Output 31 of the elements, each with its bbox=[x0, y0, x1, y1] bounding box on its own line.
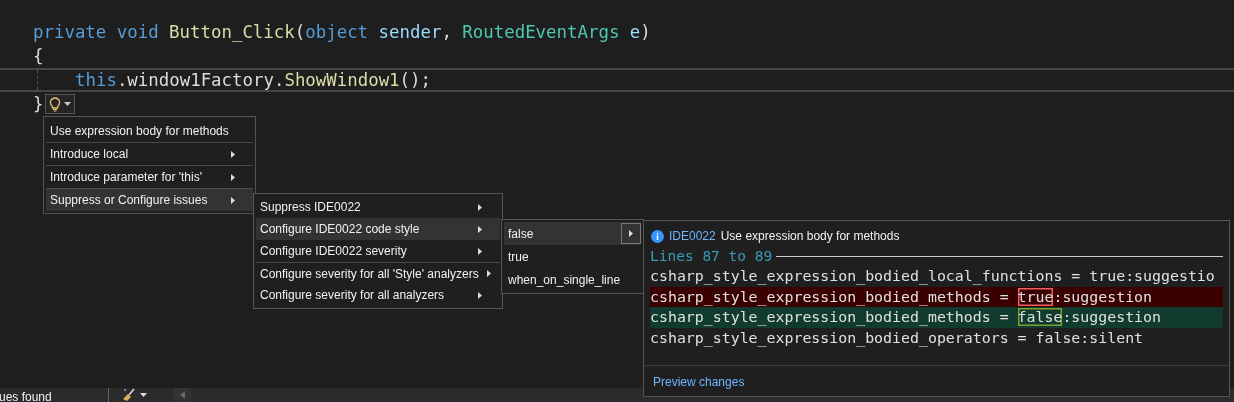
line-range: Lines 87 to 89 bbox=[650, 248, 773, 264]
menu-item[interactable]: Introduce local bbox=[46, 142, 253, 165]
code-line: } bbox=[33, 94, 44, 114]
lightbulb-button[interactable] bbox=[45, 94, 76, 114]
broom-icon bbox=[121, 388, 136, 402]
diff-line: csharp_style_expression_bodied_operators = false:silent bbox=[650, 327, 1145, 348]
menu-item[interactable]: Configure severity for all 'Style' analyzers bbox=[256, 262, 500, 284]
scroll-left-button[interactable] bbox=[173, 388, 191, 402]
diagnostic-title: Use expression body for methods bbox=[720, 229, 900, 243]
menu-item[interactable]: Use expression body for methods bbox=[46, 119, 253, 142]
scroll-left-icon bbox=[179, 391, 185, 399]
menu-item[interactable]: Configure IDE0022 code style bbox=[256, 218, 500, 240]
menu-item[interactable]: Configure IDE0022 severity bbox=[256, 240, 500, 262]
code-line: this.window1Factory.ShowWindow1(); bbox=[74, 70, 431, 90]
caret-icon bbox=[139, 393, 147, 397]
menu-item[interactable]: true bbox=[504, 245, 641, 268]
diagnostic-id: IDE0022 bbox=[669, 229, 716, 243]
diff-line: csharp_style_expression_bodied_local_functions = true:suggestio bbox=[650, 266, 1216, 287]
menu-item[interactable]: Suppress or Configure issues bbox=[46, 188, 253, 211]
menu-item[interactable]: false bbox=[504, 222, 641, 245]
menu-item[interactable]: when_on_single_line bbox=[504, 268, 641, 291]
info-icon bbox=[651, 229, 664, 243]
code-cleanup-button[interactable] bbox=[121, 388, 147, 402]
code-line: private void Button_Click(object sender, RoutedEventArgs e) bbox=[33, 22, 651, 42]
preview-changes-link[interactable]: Preview changes bbox=[653, 375, 745, 389]
issues-status: ues found bbox=[0, 389, 52, 402]
lightbulb-icon bbox=[49, 96, 62, 112]
code-line: { bbox=[33, 46, 44, 66]
menu-item[interactable]: Configure severity for all analyzers bbox=[256, 284, 500, 306]
menu-item[interactable]: Suppress IDE0022 bbox=[256, 196, 500, 218]
caret-icon bbox=[64, 102, 72, 106]
